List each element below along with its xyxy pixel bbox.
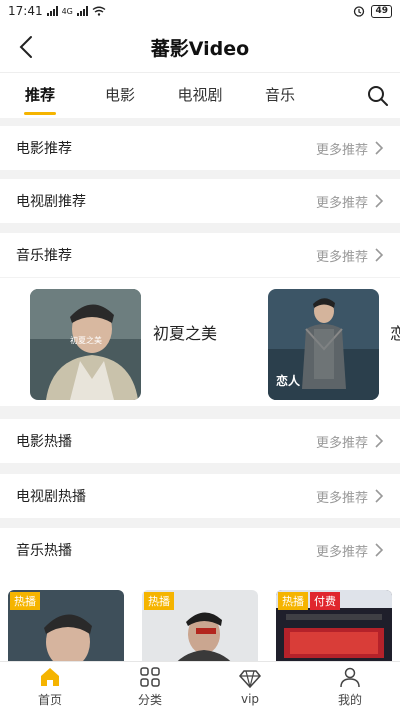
battery-indicator: 49	[371, 4, 392, 18]
section-tv-hot[interactable]: 电视剧热播 更多推荐	[0, 474, 400, 518]
section-music-hot[interactable]: 音乐热播 更多推荐	[0, 528, 400, 572]
more-label: 更多推荐	[315, 544, 368, 560]
hot-thumb[interactable]: 热播	[142, 590, 258, 670]
section-movie-hot[interactable]: 电影热播 更多推荐	[0, 419, 400, 463]
more-link[interactable]: 更多推荐	[316, 246, 384, 265]
more-link[interactable]: 更多推荐	[316, 139, 384, 158]
more-label: 更多推荐	[315, 142, 368, 158]
album-title[interactable]: 初夏之美	[153, 320, 217, 344]
category-tabs: 推荐 电影 电视剧 音乐	[0, 72, 400, 118]
more-label: 更多推荐	[315, 249, 368, 265]
hot-thumb[interactable]: 热播 付费	[276, 590, 392, 670]
more-link[interactable]: 更多推荐	[316, 487, 384, 506]
section-title: 电影推荐	[16, 141, 72, 157]
tab-tv[interactable]: 电视剧	[160, 73, 240, 119]
more-link[interactable]: 更多推荐	[316, 541, 384, 560]
section-tv-recommend[interactable]: 电视剧推荐 更多推荐	[0, 179, 400, 223]
screen: 17:41 4G 49 蕃影Video 推荐 电影 电视剧 音乐 电影推荐 更多…	[0, 0, 400, 711]
svg-text:初夏之美: 初夏之美	[70, 335, 102, 345]
diamond-icon	[239, 670, 261, 689]
more-label: 更多推荐	[315, 195, 368, 211]
nav-home[interactable]: 首页	[0, 662, 100, 711]
section-title: 电视剧热播	[16, 489, 86, 505]
album-art-image: 初夏之美	[30, 289, 141, 400]
nav-label: 分类	[137, 692, 162, 707]
chevron-right-icon	[375, 434, 384, 448]
nav-label: 我的	[337, 692, 362, 707]
tab-music[interactable]: 音乐	[240, 73, 320, 119]
hot-badge: 热播	[10, 592, 40, 610]
nav-mine[interactable]: 我的	[300, 662, 400, 711]
album-art-image: 恋人	[268, 289, 379, 400]
album-title[interactable]: 恋	[390, 320, 400, 344]
tab-recommend[interactable]: 推荐	[0, 73, 80, 119]
section-title: 音乐热播	[16, 543, 72, 559]
bottom-nav: 首页 分类 vip 我的	[0, 661, 400, 711]
more-label: 更多推荐	[315, 435, 368, 451]
search-button[interactable]	[366, 84, 390, 108]
page-title: 蕃影Video	[150, 37, 250, 60]
hot-badge: 热播	[144, 592, 174, 610]
section-movie-recommend[interactable]: 电影推荐 更多推荐	[0, 126, 400, 170]
section-title: 音乐推荐	[16, 248, 72, 264]
back-button[interactable]	[14, 34, 38, 60]
album-cover[interactable]: 恋人	[268, 289, 379, 400]
section-title: 电视剧推荐	[16, 194, 86, 210]
nav-label: vip	[240, 692, 260, 706]
section-music-recommend[interactable]: 音乐推荐 更多推荐	[0, 233, 400, 277]
home-icon	[41, 667, 59, 686]
chevron-right-icon	[375, 543, 384, 557]
search-icon	[368, 86, 388, 106]
category-icon	[140, 666, 160, 687]
signal-icon-2	[76, 6, 88, 16]
user-icon	[340, 667, 360, 687]
more-link[interactable]: 更多推荐	[316, 192, 384, 211]
app-header: 蕃影Video	[0, 22, 400, 72]
svg-text:恋人: 恋人	[276, 373, 301, 388]
chevron-right-icon	[375, 489, 384, 503]
hot-badge: 热播	[278, 592, 308, 610]
signal-icon	[46, 6, 58, 16]
chevron-right-icon	[375, 194, 384, 208]
nav-category[interactable]: 分类	[100, 662, 200, 711]
music-carousel: 初夏之美 初夏之美 恋人 恋	[0, 278, 400, 406]
album-cover[interactable]: 初夏之美	[30, 289, 141, 400]
hot-thumb[interactable]: 热播	[8, 590, 124, 670]
nav-label: 首页	[37, 692, 62, 707]
section-title: 电影热播	[16, 434, 72, 450]
back-arrow-icon	[19, 36, 32, 58]
chevron-right-icon	[375, 248, 384, 262]
alarm-icon	[354, 6, 365, 17]
tab-movie[interactable]: 电影	[80, 73, 160, 119]
network-type: 4G	[61, 6, 73, 16]
status-time: 17:41	[8, 4, 43, 18]
wifi-icon	[92, 6, 106, 16]
chevron-right-icon	[375, 141, 384, 155]
more-link[interactable]: 更多推荐	[316, 432, 384, 451]
paid-badge: 付费	[310, 592, 340, 610]
nav-vip[interactable]: vip	[200, 662, 300, 711]
status-bar: 17:41 4G 49	[0, 0, 400, 22]
more-label: 更多推荐	[315, 490, 368, 506]
